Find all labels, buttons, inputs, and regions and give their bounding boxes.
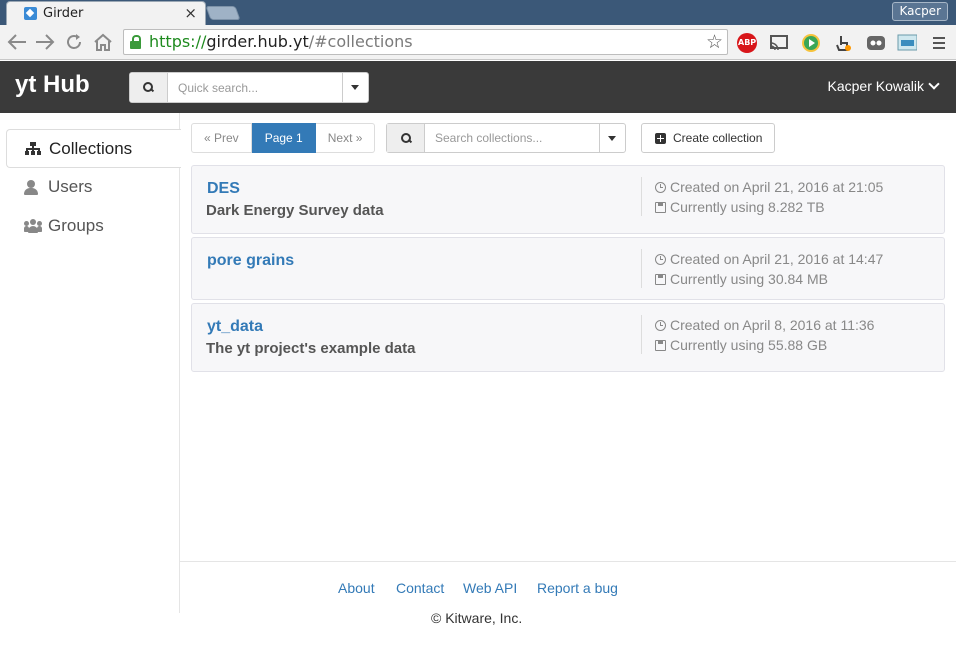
footer-link-web-api[interactable]: Web API: [463, 580, 517, 596]
group-icon: [24, 219, 42, 233]
browser-tab[interactable]: Girder ×: [6, 1, 206, 25]
caret-down-icon: [351, 85, 359, 90]
lock-icon: [130, 35, 141, 49]
floppy-disk-icon: [655, 274, 666, 285]
sidebar-item-collections[interactable]: Collections: [6, 129, 181, 168]
user-name: Kacper Kowalik: [827, 78, 925, 94]
user-icon: [24, 180, 38, 195]
footer: About Contact Web API Report a bug © Kit…: [180, 561, 956, 626]
ghostery-icon[interactable]: [865, 33, 885, 53]
sidebar-item-label: Users: [48, 177, 93, 196]
collection-search-dropdown[interactable]: [599, 124, 625, 152]
create-collection-label: Create collection: [673, 131, 763, 145]
create-collection-button[interactable]: Create collection: [641, 123, 775, 153]
sitemap-icon: [25, 142, 41, 156]
sidebar-item-groups[interactable]: Groups: [6, 207, 180, 246]
divider: [641, 315, 642, 354]
quick-search-button[interactable]: [130, 73, 168, 102]
sidebar-item-users[interactable]: Users: [6, 168, 180, 207]
floppy-disk-icon: [655, 340, 666, 351]
divider: [641, 249, 642, 288]
collection-item[interactable]: pore grains Created on April 21, 2016 at…: [191, 237, 945, 300]
pagination: « Prev Page 1 Next »: [191, 123, 376, 153]
quick-search: [129, 72, 369, 103]
footer-link-report-bug[interactable]: Report a bug: [537, 580, 618, 596]
url-text: https://girder.hub.yt/#collections: [149, 32, 413, 51]
home-icon[interactable]: [92, 32, 114, 52]
collection-created: Created on April 8, 2016 at 11:36: [655, 317, 874, 333]
collection-name-link[interactable]: yt_data: [207, 318, 263, 336]
new-tab-button[interactable]: [205, 6, 241, 20]
collection-search-input[interactable]: [425, 124, 599, 152]
collection-size: Currently using 30.84 MB: [655, 271, 828, 287]
girder-favicon-icon: [24, 7, 37, 20]
collection-name-link[interactable]: pore grains: [207, 252, 294, 270]
forward-icon[interactable]: [34, 33, 56, 51]
address-bar[interactable]: https://girder.hub.yt/#collections ☆: [123, 29, 728, 55]
collection-search-button[interactable]: [387, 124, 425, 152]
brand-title[interactable]: yt Hub: [15, 71, 90, 99]
sidebar: Collections Users Groups: [0, 113, 181, 613]
quick-search-dropdown[interactable]: [342, 73, 368, 102]
collection-size: Currently using 55.88 GB: [655, 337, 827, 353]
clock-icon: [655, 254, 666, 265]
next-page-button[interactable]: Next »: [315, 123, 376, 153]
user-menu[interactable]: Kacper Kowalik: [827, 78, 940, 94]
app-header: yt Hub Kacper Kowalik: [0, 61, 956, 113]
collection-item[interactable]: yt_data The yt project's example data Cr…: [191, 303, 945, 372]
search-icon: [401, 133, 412, 144]
prev-page-button[interactable]: « Prev: [191, 123, 252, 153]
collection-created: Created on April 21, 2016 at 21:05: [655, 179, 883, 195]
browser-tabstrip: Girder × Kacper: [0, 0, 956, 25]
copyright: © Kitware, Inc.: [431, 610, 523, 626]
current-page-button[interactable]: Page 1: [251, 123, 316, 153]
collection-name-link[interactable]: DES: [207, 180, 240, 198]
sidebar-item-label: Collections: [49, 139, 133, 158]
adblock-plus-icon[interactable]: ABP: [737, 33, 757, 53]
sidebar-item-label: Groups: [48, 216, 104, 235]
screenshot-icon[interactable]: [897, 33, 917, 53]
plus-square-icon: [655, 133, 666, 144]
collection-description: Dark Energy Survey data: [206, 202, 384, 219]
collection-description: The yt project's example data: [206, 340, 416, 357]
quick-search-input[interactable]: [168, 73, 343, 102]
cast-icon[interactable]: [768, 33, 788, 53]
footer-link-about[interactable]: About: [338, 580, 375, 596]
browser-toolbar: https://girder.hub.yt/#collections ☆ ABP: [0, 25, 956, 60]
back-icon[interactable]: [6, 33, 28, 51]
play-icon[interactable]: [801, 33, 821, 53]
collection-item[interactable]: DES Dark Energy Survey data Created on A…: [191, 165, 945, 234]
collection-created: Created on April 21, 2016 at 14:47: [655, 251, 883, 267]
divider: [641, 177, 642, 216]
menu-icon[interactable]: [931, 33, 951, 53]
tab-close-icon[interactable]: ×: [184, 4, 197, 22]
collection-size: Currently using 8.282 TB: [655, 199, 825, 215]
chevron-down-icon: [928, 78, 940, 90]
collection-search: [386, 123, 626, 153]
floppy-disk-icon: [655, 202, 666, 213]
caret-down-icon: [608, 136, 616, 141]
search-icon: [143, 82, 154, 93]
bookmark-star-icon[interactable]: ☆: [706, 31, 723, 53]
clock-icon: [655, 182, 666, 193]
hand-pointer-icon[interactable]: [833, 33, 853, 53]
tab-title: Girder: [43, 6, 84, 21]
clock-icon: [655, 320, 666, 331]
profile-button[interactable]: Kacper: [892, 2, 948, 21]
reload-icon[interactable]: [64, 32, 84, 52]
footer-link-contact[interactable]: Contact: [396, 580, 444, 596]
